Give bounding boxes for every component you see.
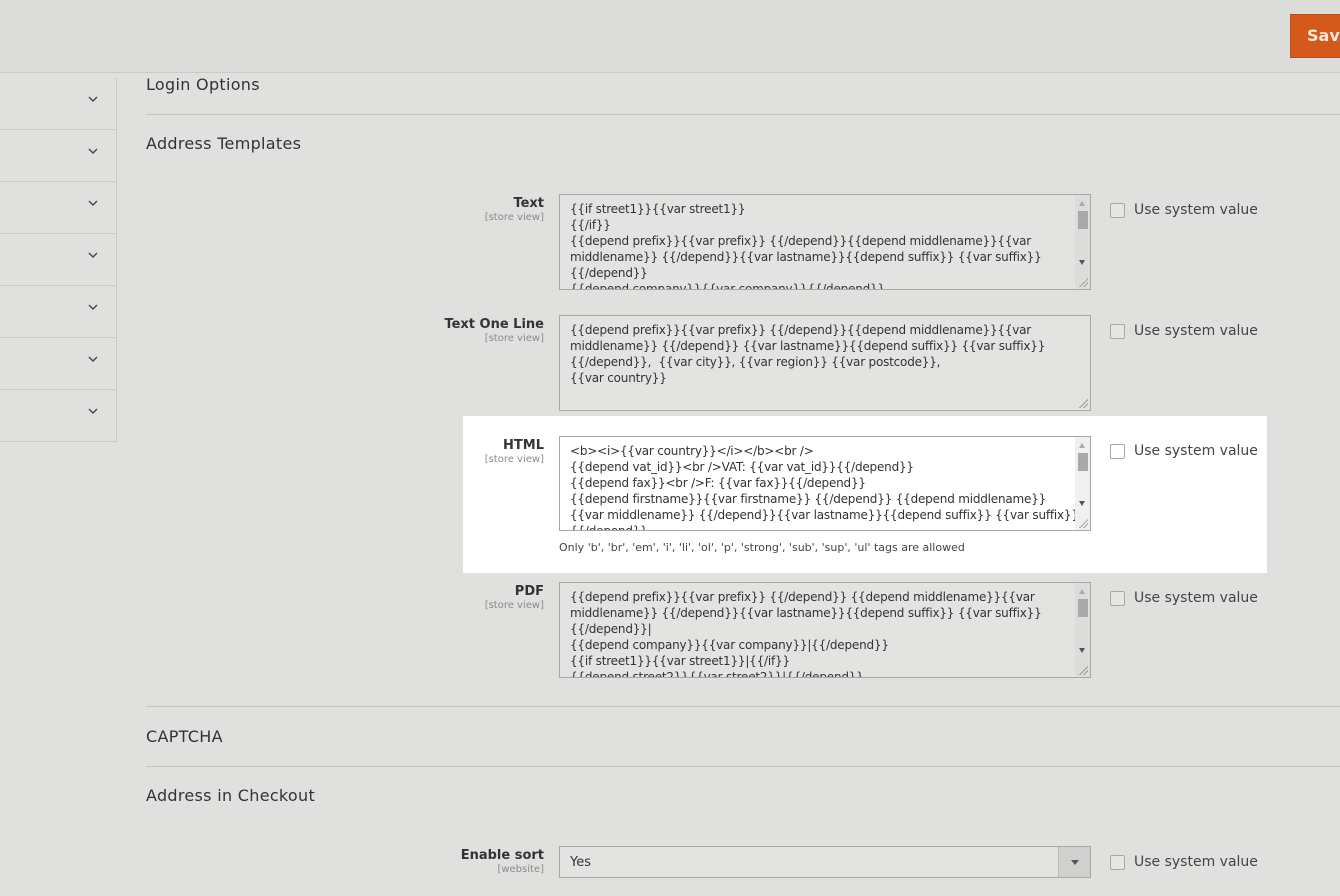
field-label-pdf: PDF [store view]: [485, 584, 544, 611]
checkbox[interactable]: [1110, 590, 1125, 606]
label-text: Text One Line: [444, 317, 544, 332]
use-system-value-pdf[interactable]: Use system value: [1110, 590, 1258, 606]
field-label-html: HTML [store view]: [485, 438, 544, 465]
field-label-text: Text [store view]: [485, 196, 544, 223]
enable-sort-select[interactable]: Yes: [559, 846, 1091, 878]
allowed-tags-note: Only 'b', 'br', 'em', 'i', 'li', 'ol', '…: [559, 541, 965, 554]
text-template-field: {{if street1}}{{var street1}} {{/if}} {{…: [559, 194, 1091, 290]
use-system-value-enable-sort[interactable]: Use system value: [1110, 854, 1258, 870]
checkbox-label: Use system value: [1134, 590, 1258, 606]
checkbox-label: Use system value: [1134, 854, 1258, 870]
chevron-down-icon: [88, 96, 98, 102]
divider: [146, 766, 1340, 767]
label-text: HTML: [503, 438, 544, 453]
scope-label: [store view]: [484, 333, 544, 344]
resize-handle[interactable]: [1078, 518, 1088, 528]
section-login-options[interactable]: Login Options: [146, 75, 1340, 94]
field-label-text-one-line: Text One Line [store view]: [444, 317, 544, 344]
scrollbar[interactable]: [1075, 437, 1090, 530]
html-template-field: <b><i>{{var country}}</i></b><br /> {{de…: [559, 436, 1091, 531]
page-header: Save: [0, 0, 1340, 73]
use-system-value-html[interactable]: Use system value: [1110, 443, 1258, 459]
checkbox[interactable]: [1110, 323, 1125, 339]
sidebar-item[interactable]: [0, 286, 116, 338]
checkbox[interactable]: [1110, 443, 1125, 459]
text-template-input[interactable]: {{if street1}}{{var street1}} {{/if}} {{…: [560, 195, 1090, 289]
sidebar-item[interactable]: [0, 130, 116, 182]
sidebar-item[interactable]: [0, 338, 116, 390]
section-address-in-checkout[interactable]: Address in Checkout: [146, 786, 1340, 805]
section-captcha[interactable]: CAPTCHA: [146, 727, 1340, 746]
sidebar-item[interactable]: [0, 78, 116, 130]
chevron-down-icon: [88, 252, 98, 258]
html-template-input[interactable]: <b><i>{{var country}}</i></b><br /> {{de…: [560, 437, 1090, 530]
scope-label: [store view]: [484, 212, 544, 223]
pdf-template-field: {{depend prefix}}{{var prefix}} {{/depen…: [559, 582, 1091, 678]
checkbox[interactable]: [1110, 202, 1125, 218]
section-address-templates[interactable]: Address Templates: [146, 134, 1340, 153]
chevron-down-icon: [88, 356, 98, 362]
field-label-enable-sort: Enable sort [website]: [461, 848, 544, 875]
divider: [146, 706, 1340, 707]
divider: [146, 114, 1340, 115]
scrollbar[interactable]: [1075, 195, 1090, 289]
pdf-template-input[interactable]: {{depend prefix}}{{var prefix}} {{/depen…: [560, 583, 1090, 677]
use-system-value-text-one-line[interactable]: Use system value: [1110, 323, 1258, 339]
sidebar: [0, 78, 117, 442]
checkbox-label: Use system value: [1134, 323, 1258, 339]
resize-handle[interactable]: [1078, 665, 1088, 675]
text-one-line-template-input[interactable]: {{depend prefix}}{{var prefix}} {{/depen…: [560, 316, 1090, 410]
scope-label: [store view]: [484, 454, 544, 465]
chevron-down-icon: [88, 304, 98, 310]
resize-handle[interactable]: [1078, 277, 1088, 287]
checkbox-label: Use system value: [1134, 443, 1258, 459]
checkbox-label: Use system value: [1134, 202, 1258, 218]
resize-handle[interactable]: [1078, 398, 1088, 408]
sidebar-item[interactable]: [0, 390, 116, 442]
scope-label: [store view]: [484, 600, 544, 611]
use-system-value-text[interactable]: Use system value: [1110, 202, 1258, 218]
scope-label: [website]: [497, 864, 544, 875]
label-text: Text: [513, 196, 544, 211]
chevron-down-icon: [88, 408, 98, 414]
label-text: Enable sort: [460, 848, 544, 863]
sidebar-item[interactable]: [0, 234, 116, 286]
label-text: PDF: [514, 584, 544, 599]
checkbox[interactable]: [1110, 854, 1125, 870]
text-one-line-template-field: {{depend prefix}}{{var prefix}} {{/depen…: [559, 315, 1091, 411]
sidebar-item[interactable]: [0, 182, 116, 234]
chevron-down-icon[interactable]: [1058, 847, 1090, 877]
chevron-down-icon: [88, 148, 98, 154]
select-value: Yes: [570, 855, 591, 870]
chevron-down-icon: [88, 200, 98, 206]
scrollbar[interactable]: [1075, 583, 1090, 677]
save-button[interactable]: Save: [1290, 14, 1340, 58]
